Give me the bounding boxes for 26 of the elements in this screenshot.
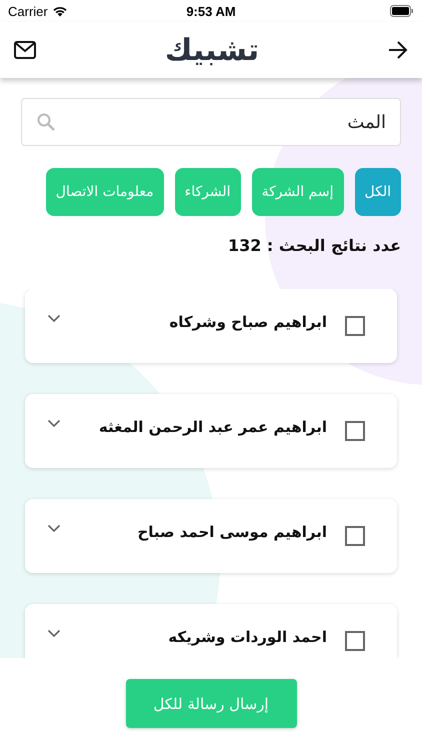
chevron-down-icon[interactable] (47, 524, 61, 533)
checkbox[interactable] (345, 526, 365, 546)
carrier-label: Carrier (8, 4, 48, 18)
battery-icon (390, 5, 414, 17)
result-name: ابراهيم صباح وشركاه (169, 313, 327, 331)
chevron-down-icon[interactable] (47, 629, 61, 638)
chevron-down-icon[interactable] (47, 419, 61, 428)
status-time: 9:53 AM (186, 4, 236, 18)
checkbox[interactable] (345, 631, 365, 651)
search-field[interactable]: المث (21, 98, 401, 146)
app-logo: تشبيك (164, 32, 260, 68)
result-card[interactable]: ابراهيم عمر عبد الرحمن المغثه (25, 394, 397, 468)
checkbox[interactable] (345, 316, 365, 336)
result-card[interactable]: ابراهيم صباح وشركاه (25, 289, 397, 363)
checkbox[interactable] (345, 421, 365, 441)
wifi-icon (52, 5, 68, 17)
result-name: ابراهيم عمر عبد الرحمن المغثه (98, 418, 327, 436)
search-icon (37, 113, 55, 131)
result-count: عدد نتائج البحث : 132 (228, 236, 401, 255)
arrow-right-icon[interactable] (388, 41, 408, 59)
result-name: احمد الوردات وشريكه (168, 628, 327, 646)
result-card[interactable]: احمد الوردات وشريكه (25, 604, 397, 658)
mail-icon[interactable] (14, 41, 36, 59)
result-name: ابراهيم موسى احمد صباح (137, 523, 327, 541)
result-card[interactable]: ابراهيم موسى احمد صباح (25, 499, 397, 573)
chevron-down-icon[interactable] (47, 314, 61, 323)
